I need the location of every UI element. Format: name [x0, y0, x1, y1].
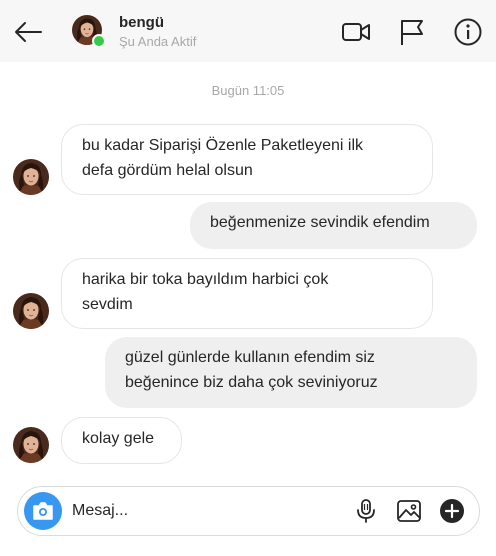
sender-avatar: [13, 159, 49, 195]
online-status-dot: [92, 34, 106, 48]
back-arrow-icon[interactable]: [12, 16, 44, 48]
incoming-message[interactable]: bu kadar Siparişi Özenle Paketleyeni ilk…: [61, 124, 433, 195]
message-composer: [17, 486, 480, 536]
flag-icon[interactable]: [397, 17, 427, 47]
incoming-message[interactable]: kolay gele: [61, 417, 182, 464]
add-icon[interactable]: [439, 498, 465, 524]
message-line: beğenmenize sevindik efendim: [210, 214, 430, 231]
message-line: beğenince biz daha çok seviniyoruz: [125, 374, 378, 391]
contact-avatar[interactable]: [72, 15, 106, 48]
sender-avatar: [13, 293, 49, 329]
image-icon[interactable]: [396, 498, 422, 524]
message-line: güzel günlerde kullanın efendim siz: [125, 349, 375, 366]
active-status-text: Şu Anda Aktif: [119, 34, 197, 49]
message-line: kolay gele: [82, 430, 155, 447]
outgoing-message[interactable]: güzel günlerde kullanın efendim siz beğe…: [105, 337, 477, 408]
message-line: defa gördüm helal olsun: [82, 162, 253, 179]
contact-name[interactable]: bengü: [119, 14, 164, 31]
sender-avatar: [13, 427, 49, 463]
camera-icon: [33, 502, 53, 520]
message-input[interactable]: [72, 495, 322, 527]
microphone-icon[interactable]: [353, 498, 379, 524]
message-timestamp: Bugün 11:05: [211, 83, 285, 98]
incoming-message[interactable]: harika bir toka bayıldım harbici çok sev…: [61, 258, 433, 329]
message-line: harika bir toka bayıldım harbici çok: [82, 271, 329, 288]
info-icon[interactable]: [453, 17, 483, 47]
chat-header: bengü Şu Anda Aktif: [0, 0, 496, 62]
camera-button[interactable]: [24, 492, 62, 530]
message-line: bu kadar Siparişi Özenle Paketleyeni ilk: [82, 137, 364, 154]
message-line: sevdim: [82, 296, 133, 313]
video-camera-icon[interactable]: [341, 17, 371, 47]
outgoing-message[interactable]: beğenmenize sevindik efendim: [190, 202, 477, 249]
